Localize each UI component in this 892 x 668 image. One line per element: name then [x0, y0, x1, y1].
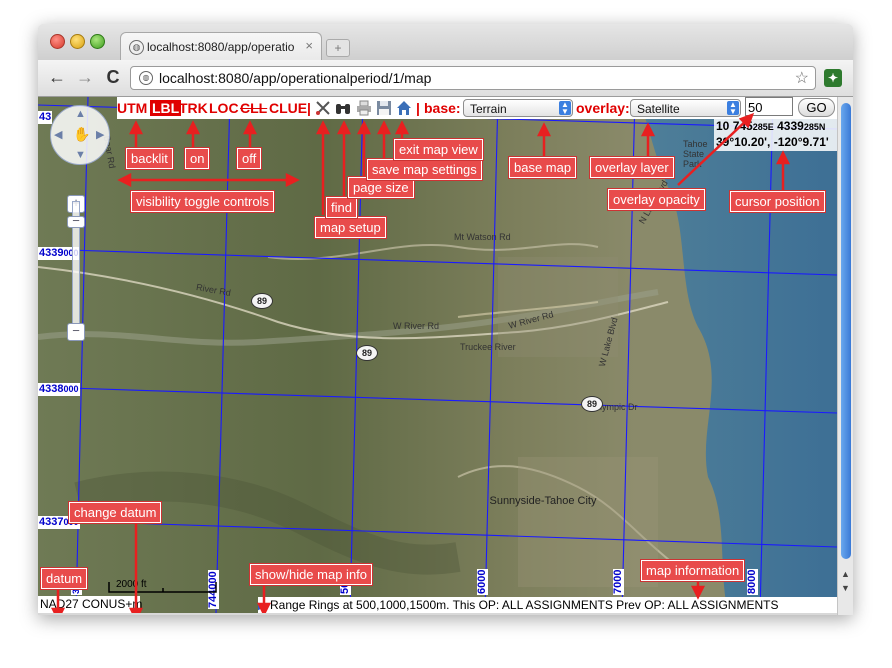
- annotation-exit-view: exit map view: [394, 139, 483, 160]
- reload-button[interactable]: C: [102, 66, 124, 88]
- browser-tab[interactable]: ◍ localhost:8080/app/operatio ×: [120, 32, 322, 61]
- globe-icon: ◍: [129, 40, 144, 55]
- back-button[interactable]: ←: [46, 66, 68, 88]
- annotation-map-information: map information: [641, 560, 745, 581]
- forward-button[interactable]: →: [74, 66, 96, 88]
- map-viewport[interactable]: Bear Rd River Rd W River Rd W River Rd M…: [38, 97, 837, 613]
- annotation-overlay-layer: overlay layer: [590, 157, 674, 178]
- zoom-window-button[interactable]: [90, 34, 105, 49]
- annotation-off: off: [237, 148, 262, 169]
- annotation-on: on: [185, 148, 210, 169]
- annotation-save-settings: save map settings: [367, 159, 482, 180]
- scroll-down-icon[interactable]: ▼: [841, 583, 850, 593]
- vertical-scrollbar[interactable]: ▲ ▼: [837, 97, 853, 615]
- browser-window: ◍ localhost:8080/app/operatio × + ← → C …: [38, 24, 853, 615]
- globe-icon: ◍: [139, 71, 153, 85]
- scroll-up-icon[interactable]: ▲: [841, 569, 850, 579]
- new-tab-button[interactable]: +: [326, 39, 350, 57]
- scrollbar-thumb[interactable]: [841, 103, 851, 559]
- annotation-base-map: base map: [509, 157, 577, 178]
- title-bar: ◍ localhost:8080/app/operatio × +: [38, 24, 853, 61]
- annotation-backlit: backlit: [126, 148, 173, 169]
- tab-close-icon[interactable]: ×: [305, 38, 313, 53]
- minimize-window-button[interactable]: [70, 34, 85, 49]
- annotation-map-setup: map setup: [315, 217, 386, 238]
- tab-title: localhost:8080/app/operatio: [147, 40, 295, 54]
- url-text[interactable]: localhost:8080/app/operationalperiod/1/m…: [159, 70, 431, 86]
- bookmark-star-icon[interactable]: ☆: [795, 68, 809, 88]
- annotation-overlay-opacity: overlay opacity: [608, 189, 705, 210]
- browser-toolbar: ← → C ◍ localhost:8080/app/operationalpe…: [38, 60, 853, 97]
- annotation-find: find: [326, 197, 357, 218]
- extension-icon[interactable]: ✦: [824, 69, 842, 87]
- address-bar[interactable]: ◍ localhost:8080/app/operationalperiod/1…: [130, 66, 816, 90]
- annotation-visibility: visibility toggle controls: [131, 191, 274, 212]
- close-window-button[interactable]: [50, 34, 65, 49]
- annotation-page-size: page size: [348, 177, 414, 198]
- annotation-datum: datum: [41, 568, 88, 589]
- annotation-show-hide: show/hide map info: [250, 564, 373, 585]
- annotation-change-datum: change datum: [69, 502, 162, 523]
- annotation-cursor-position: cursor position: [730, 191, 825, 212]
